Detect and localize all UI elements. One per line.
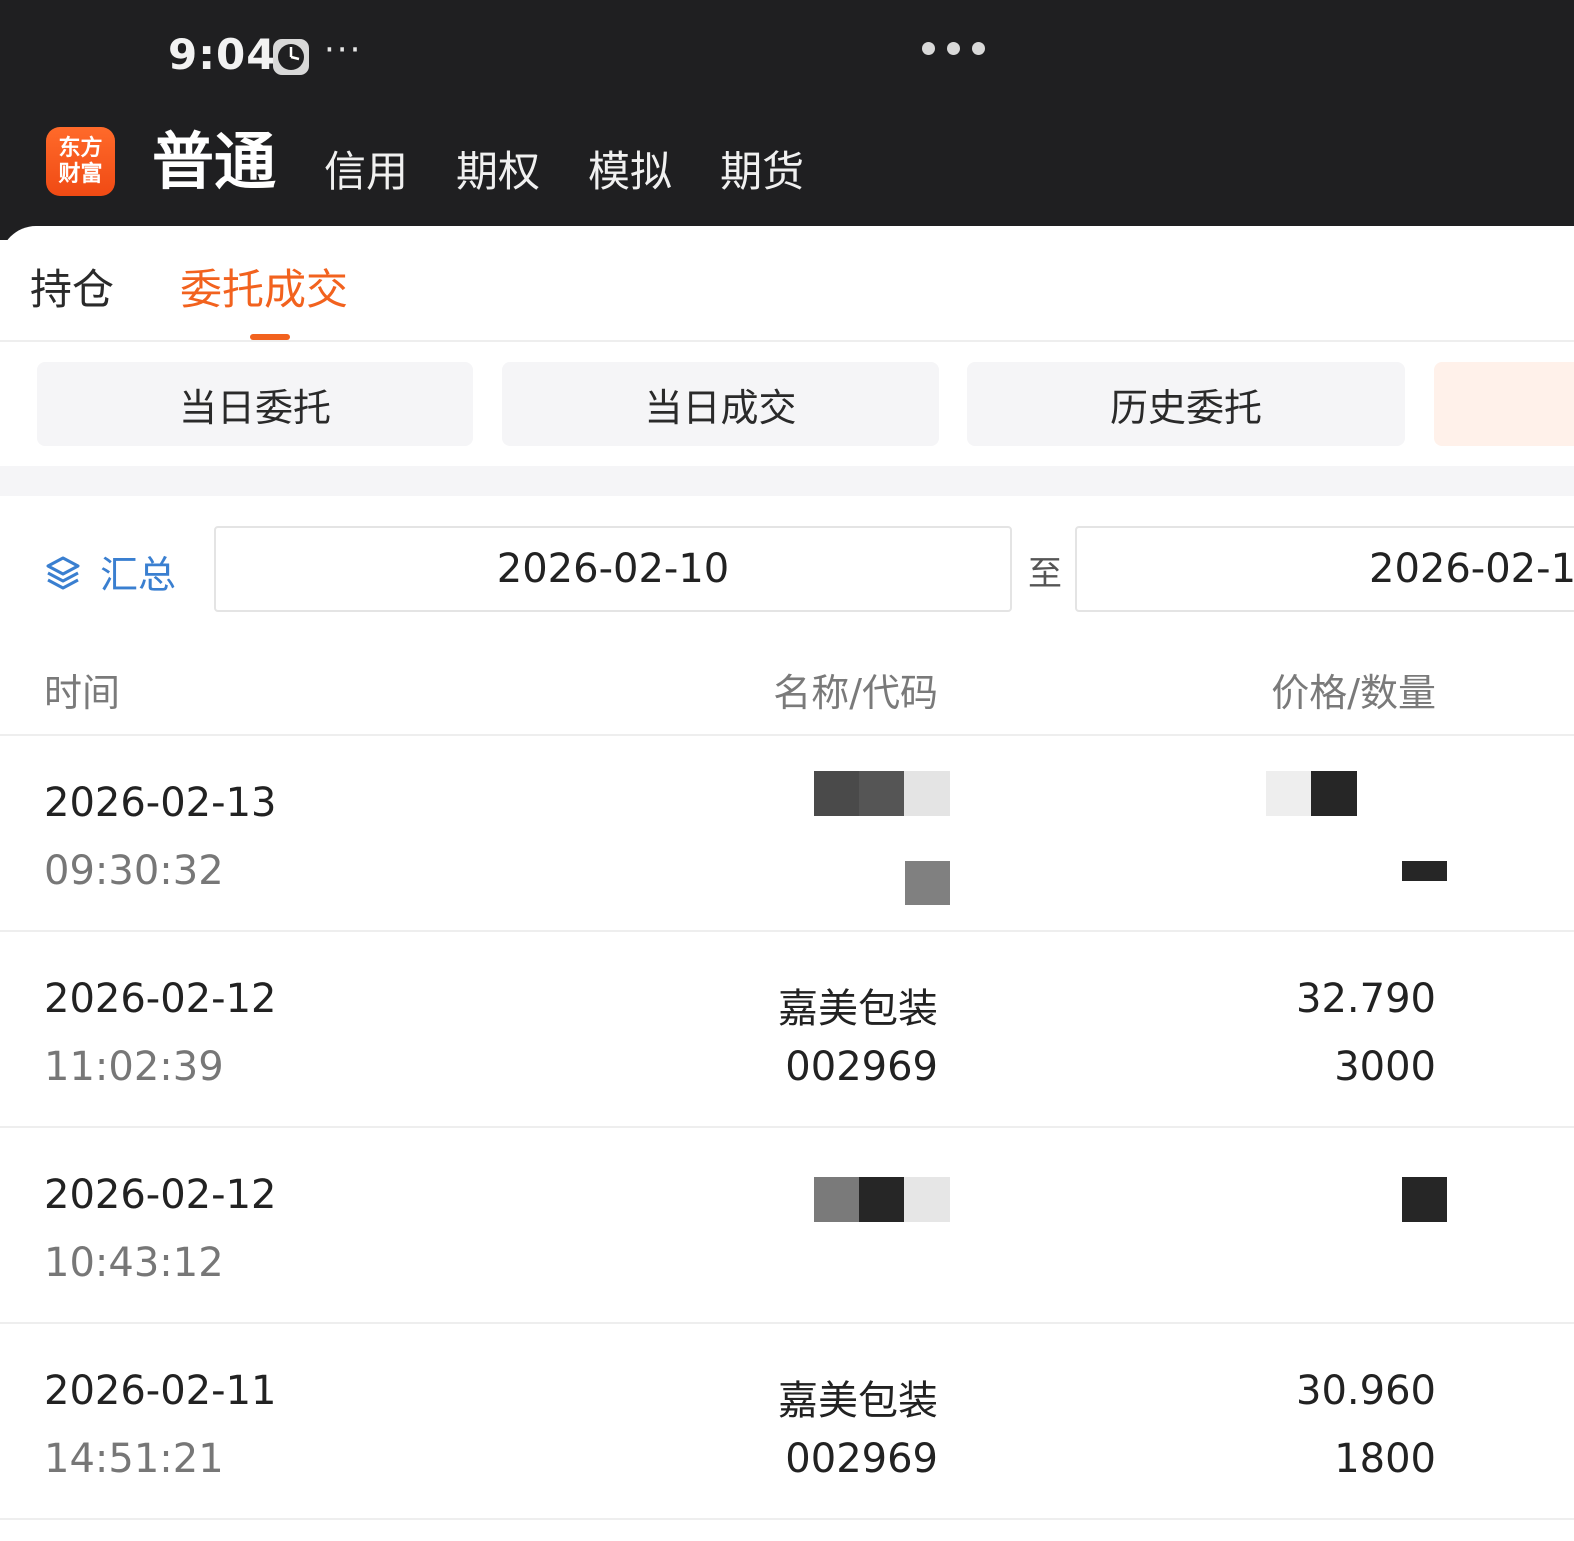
date-range-separator: 至 (1028, 554, 1062, 594)
redacted-block (904, 1177, 950, 1222)
date-filter: 汇总 2026-02-10 至 2026-02-17 (0, 496, 1574, 628)
row-date: 2026-02-12 (44, 976, 277, 1022)
row-price: 32.790 (1296, 976, 1436, 1022)
app-header: 9:04 ··· 东方 财富 普通 信用 期权 模拟 期货 (0, 0, 1574, 240)
row-date: 2026-02-12 (44, 1172, 277, 1218)
redacted-block (814, 1177, 859, 1222)
more-menu-icon[interactable] (922, 42, 985, 55)
tab-normal[interactable]: 普通 (152, 124, 276, 200)
sub-tab-bar: 持仓 委托成交 (0, 226, 1574, 342)
app-logo: 东方 财富 (46, 127, 115, 196)
logo-text-line2: 财富 (58, 161, 103, 187)
redacted-block (1402, 861, 1447, 881)
row-time: 11:02:39 (44, 1044, 224, 1090)
row-quantity: 3000 (1334, 1044, 1436, 1090)
segment-history-trades[interactable] (1434, 362, 1574, 446)
end-date-value: 2026-02-17 (1369, 546, 1574, 592)
start-date-field[interactable]: 2026-02-10 (214, 526, 1012, 612)
table-row[interactable]: 2026-02-12 10:43:12 (0, 1128, 1574, 1324)
row-date: 2026-02-11 (44, 1368, 277, 1414)
summary-label: 汇总 (100, 553, 177, 597)
logo-text-line1: 东方 (58, 135, 103, 161)
redacted-block (859, 771, 904, 816)
redacted-block (814, 771, 859, 816)
column-header-time: 时间 (44, 671, 121, 715)
segment-today-orders[interactable]: 当日委托 (37, 362, 473, 446)
tab-futures[interactable]: 期货 (720, 144, 804, 200)
row-stock-name: 嘉美包装 (778, 986, 938, 1032)
row-price: 30.960 (1296, 1368, 1436, 1414)
summary-button[interactable]: 汇总 (44, 544, 176, 599)
table-row[interactable]: 2026-02-11 14:51:21 嘉美包装 002969 30.960 1… (0, 1324, 1574, 1520)
row-quantity: 1800 (1334, 1436, 1436, 1482)
segment-today-trades[interactable]: 当日成交 (502, 362, 939, 446)
table-header: 时间 名称/代码 价格/数量 (0, 628, 1574, 736)
content-panel: 持仓 委托成交 当日委托 当日成交 历史委托 汇总 2026-02-10 至 2… (0, 226, 1574, 1541)
segment-history-orders[interactable]: 历史委托 (967, 362, 1405, 446)
tab-simulation[interactable]: 模拟 (588, 144, 672, 200)
row-stock-name: 嘉美包装 (778, 1378, 938, 1424)
tab-orders-trades[interactable]: 委托成交 (180, 256, 348, 317)
row-date: 2026-02-13 (44, 780, 277, 826)
tab-options[interactable]: 期权 (456, 144, 540, 200)
order-list: 2026-02-13 09:30:32 2026-02-12 11:02:39 … (0, 736, 1574, 1520)
table-row[interactable]: 2026-02-13 09:30:32 (0, 736, 1574, 932)
redacted-block (859, 1177, 904, 1222)
tab-positions[interactable]: 持仓 (30, 256, 114, 317)
row-stock-code: 002969 (785, 1436, 938, 1482)
status-time: 9:04 (168, 30, 277, 79)
segment-bar: 当日委托 当日成交 历史委托 (0, 344, 1574, 466)
row-time: 14:51:21 (44, 1436, 224, 1482)
table-row[interactable]: 2026-02-12 11:02:39 嘉美包装 002969 32.790 3… (0, 932, 1574, 1128)
status-overflow-indicator: ··· (324, 30, 363, 70)
start-date-value: 2026-02-10 (496, 546, 730, 592)
redacted-block (1311, 771, 1357, 816)
column-header-name-code: 名称/代码 (773, 671, 938, 715)
account-mode-tabs: 普通 信用 期权 模拟 期货 (152, 120, 852, 200)
row-time: 09:30:32 (44, 848, 224, 894)
row-stock-code: 002969 (785, 1044, 938, 1090)
redacted-block (1266, 771, 1311, 816)
redacted-block (1402, 1177, 1447, 1222)
layers-icon (46, 556, 80, 589)
redacted-block (904, 771, 950, 816)
app-screen: 9:04 ··· 东方 财富 普通 信用 期权 模拟 期货 持仓 委托成交 当日… (0, 0, 1574, 1541)
redacted-block (905, 861, 950, 905)
clock-icon (273, 39, 309, 75)
row-time: 10:43:12 (44, 1240, 224, 1286)
active-tab-indicator (250, 334, 290, 340)
tab-credit[interactable]: 信用 (324, 144, 408, 200)
column-header-price-qty: 价格/数量 (1271, 671, 1436, 715)
section-divider (0, 466, 1574, 496)
end-date-field[interactable]: 2026-02-17 (1075, 526, 1574, 612)
